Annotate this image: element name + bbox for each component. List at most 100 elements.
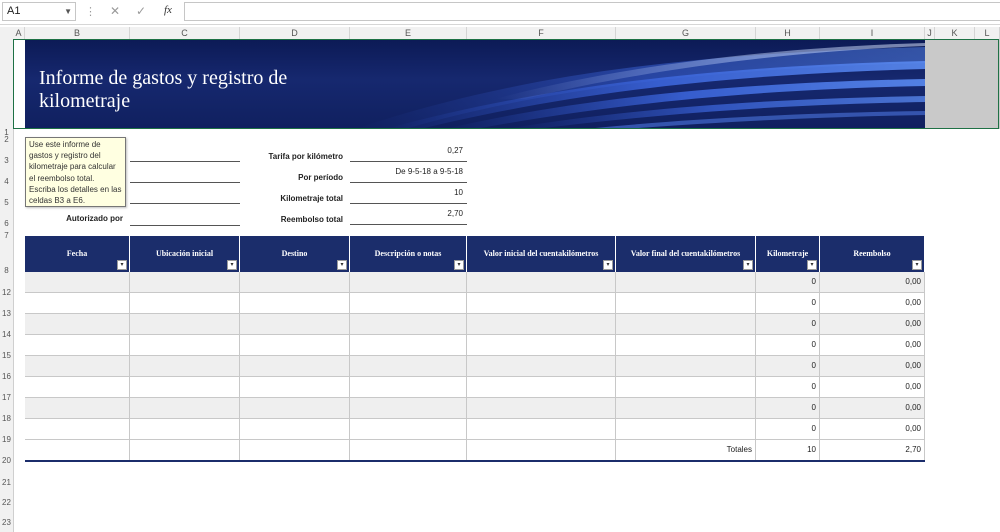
mileage-cell[interactable]: 0 — [756, 377, 820, 397]
column-header[interactable]: G — [616, 27, 756, 39]
table-cell[interactable] — [616, 398, 756, 418]
row-header[interactable]: 21 — [0, 478, 13, 487]
rate-value[interactable]: 0,27 — [350, 146, 463, 155]
mileage-cell[interactable]: 10 — [756, 440, 820, 460]
table-cell[interactable] — [25, 440, 130, 460]
row-header[interactable]: 3 — [0, 156, 13, 165]
table-cell[interactable] — [616, 335, 756, 355]
table-cell[interactable] — [240, 419, 350, 439]
table-cell[interactable] — [240, 335, 350, 355]
table-cell[interactable] — [467, 335, 616, 355]
row-header[interactable]: 7 — [0, 231, 13, 240]
table-cell[interactable] — [240, 377, 350, 397]
column-header[interactable]: E — [350, 27, 467, 39]
table-cell[interactable] — [240, 293, 350, 313]
total-mileage-value[interactable]: 10 — [350, 188, 463, 197]
table-cell[interactable] — [616, 356, 756, 376]
row-header[interactable]: 4 — [0, 177, 13, 186]
mileage-cell[interactable]: 0 — [756, 314, 820, 334]
row-header[interactable]: 14 — [0, 330, 13, 339]
table-cell[interactable] — [130, 314, 240, 334]
row-header[interactable]: 17 — [0, 393, 13, 402]
column-header[interactable]: I — [820, 27, 925, 39]
authorized-by-field[interactable] — [130, 225, 240, 226]
table-cell[interactable] — [467, 314, 616, 334]
table-cell[interactable] — [25, 377, 130, 397]
table-cell[interactable] — [130, 377, 240, 397]
table-cell[interactable] — [25, 314, 130, 334]
table-cell[interactable] — [467, 398, 616, 418]
table-cell[interactable] — [130, 272, 240, 292]
reimbursement-cell[interactable]: 0,00 — [820, 419, 925, 439]
column-header[interactable]: D — [240, 27, 350, 39]
reimbursement-cell[interactable]: 0,00 — [820, 377, 925, 397]
table-cell[interactable] — [616, 272, 756, 292]
column-header[interactable]: F — [467, 27, 616, 39]
row-header[interactable]: 8 — [0, 266, 13, 275]
chevron-down-icon[interactable]: ▼ — [64, 3, 72, 20]
row-header[interactable]: 15 — [0, 351, 13, 360]
mileage-cell[interactable]: 0 — [756, 335, 820, 355]
table-cell[interactable] — [350, 377, 467, 397]
table-cell[interactable] — [25, 398, 130, 418]
row-header[interactable]: 13 — [0, 309, 13, 318]
filter-dropdown-icon[interactable]: ▾ — [454, 260, 464, 270]
row-header[interactable]: 12 — [0, 288, 13, 297]
row-header[interactable]: 6 — [0, 219, 13, 228]
table-cell[interactable] — [240, 440, 350, 460]
table-cell[interactable] — [467, 356, 616, 376]
table-cell[interactable] — [25, 272, 130, 292]
mileage-cell[interactable]: 0 — [756, 356, 820, 376]
table-cell[interactable] — [616, 314, 756, 334]
table-cell[interactable] — [467, 440, 616, 460]
table-cell[interactable] — [616, 377, 756, 397]
filter-dropdown-icon[interactable]: ▾ — [807, 260, 817, 270]
reimbursement-cell[interactable]: 2,70 — [820, 440, 925, 460]
row-header[interactable]: 22 — [0, 498, 13, 507]
filter-dropdown-icon[interactable]: ▾ — [337, 260, 347, 270]
row-header[interactable]: 19 — [0, 435, 13, 444]
reimbursement-cell[interactable]: 0,00 — [820, 335, 925, 355]
column-header[interactable]: H — [756, 27, 820, 39]
check-icon[interactable]: ✓ — [136, 4, 146, 18]
row-header[interactable]: 18 — [0, 414, 13, 423]
table-cell[interactable] — [350, 440, 467, 460]
filter-dropdown-icon[interactable]: ▾ — [912, 260, 922, 270]
name-box[interactable]: A1 ▼ — [2, 2, 76, 21]
table-cell[interactable] — [130, 335, 240, 355]
table-cell[interactable] — [130, 356, 240, 376]
row-header[interactable]: 2 — [0, 135, 13, 144]
table-cell[interactable] — [25, 419, 130, 439]
table-cell[interactable] — [130, 293, 240, 313]
table-cell[interactable] — [130, 398, 240, 418]
table-cell[interactable] — [350, 293, 467, 313]
table-cell[interactable] — [350, 272, 467, 292]
cancel-icon[interactable]: ✕ — [110, 4, 120, 18]
table-cell[interactable] — [467, 293, 616, 313]
column-header[interactable]: C — [130, 27, 240, 39]
row-header[interactable]: 16 — [0, 372, 13, 381]
table-cell[interactable] — [350, 314, 467, 334]
table-cell[interactable] — [130, 440, 240, 460]
mileage-cell[interactable]: 0 — [756, 293, 820, 313]
reimbursement-cell[interactable]: 0,00 — [820, 356, 925, 376]
table-cell[interactable] — [240, 272, 350, 292]
table-cell[interactable] — [467, 419, 616, 439]
table-cell[interactable] — [350, 419, 467, 439]
table-cell[interactable] — [25, 356, 130, 376]
reimbursement-cell[interactable]: 0,00 — [820, 398, 925, 418]
row-header[interactable]: 23 — [0, 518, 13, 527]
mileage-cell[interactable]: 0 — [756, 272, 820, 292]
insert-function-icon[interactable]: fx — [164, 4, 172, 16]
filter-dropdown-icon[interactable]: ▾ — [743, 260, 753, 270]
column-header[interactable]: B — [25, 27, 130, 39]
column-header[interactable]: L — [975, 27, 1000, 39]
reimbursement-cell[interactable]: 0,00 — [820, 314, 925, 334]
reimbursement-cell[interactable]: 0,00 — [820, 293, 925, 313]
formula-input[interactable] — [184, 2, 1000, 21]
column-header[interactable]: J — [925, 27, 935, 39]
table-cell[interactable] — [240, 398, 350, 418]
column-header[interactable]: A — [13, 27, 25, 39]
table-cell[interactable] — [467, 272, 616, 292]
column-header[interactable]: K — [935, 27, 975, 39]
